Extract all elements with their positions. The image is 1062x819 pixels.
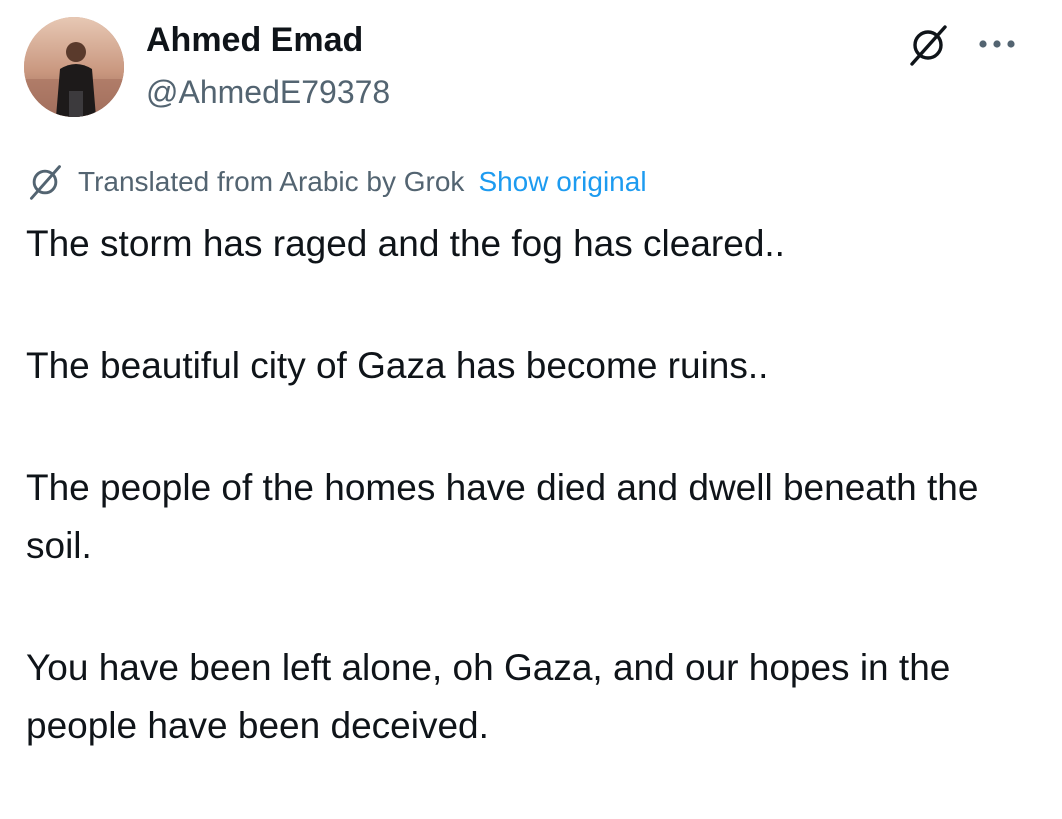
post-paragraph: You have been left alone, oh Gaza, and o… xyxy=(26,647,951,746)
more-options-button[interactable] xyxy=(972,26,1022,62)
author-name[interactable]: Ahmed Emad xyxy=(146,20,363,60)
avatar-photo xyxy=(24,17,124,117)
translation-notice: Translated from Arabic by Grok Show orig… xyxy=(26,160,647,204)
post-text: The storm has raged and the fog has clea… xyxy=(26,215,1036,819)
translation-label: Translated from Arabic by Grok xyxy=(78,166,465,197)
grok-button[interactable] xyxy=(903,20,953,70)
post-paragraph: The beautiful city of Gaza has become ru… xyxy=(26,345,769,386)
more-horizontal-icon xyxy=(979,40,1015,48)
show-original-link[interactable]: Show original xyxy=(478,166,646,198)
post-paragraph: The people of the homes have died and dw… xyxy=(26,467,979,566)
post-paragraph: The storm has raged and the fog has clea… xyxy=(26,223,785,264)
author-handle[interactable]: @AhmedE79378 xyxy=(146,72,390,112)
post-card: Ahmed Emad @AhmedE79378 Translated from … xyxy=(0,0,1062,767)
grok-icon xyxy=(910,25,947,66)
avatar[interactable] xyxy=(24,17,124,117)
grok-icon xyxy=(26,162,66,202)
